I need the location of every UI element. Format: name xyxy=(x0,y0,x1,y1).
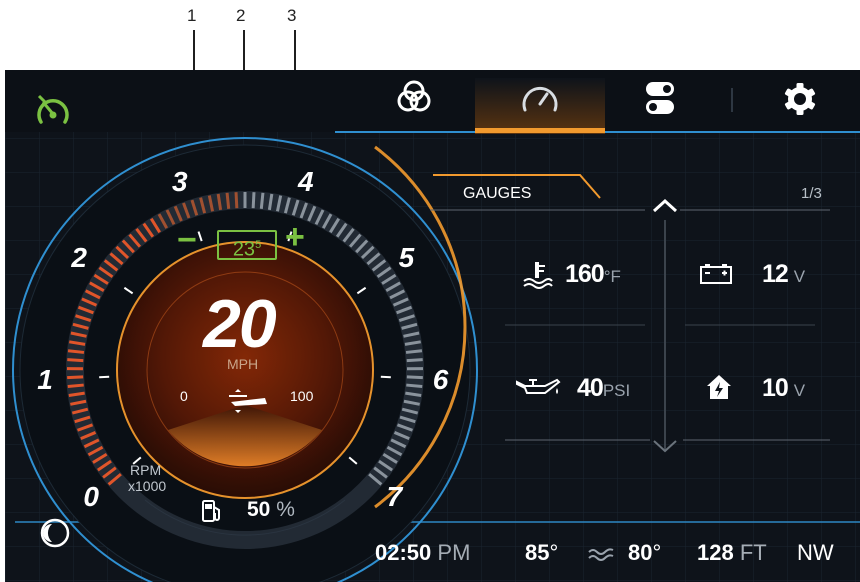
cruise-control-icon[interactable] xyxy=(33,92,73,132)
tach-tick xyxy=(67,349,85,354)
clock-ampm: PM xyxy=(437,540,471,565)
tach-tick xyxy=(259,192,265,209)
toggle-switches-icon xyxy=(646,82,674,114)
battery-value: 12 xyxy=(762,260,789,288)
battery-unit: V xyxy=(793,267,806,286)
tach-label-4: 4 xyxy=(298,166,314,198)
dashboard-screen: 01234567 RPM x1000 − 235 + 20 MPH 0 100 … xyxy=(5,70,860,582)
set-speed-display: 235 xyxy=(217,230,277,261)
tab-settings[interactable] xyxy=(770,70,830,130)
tach-tick xyxy=(406,375,423,380)
tach-tick xyxy=(225,192,231,209)
tach-tick xyxy=(67,383,84,389)
callout-2: 2 xyxy=(236,6,246,25)
fuel-pump-icon xyxy=(200,498,224,529)
callout-1: 1 xyxy=(187,6,197,25)
tach-tick xyxy=(234,192,239,209)
water-temperature: 80° xyxy=(628,540,661,566)
trim-max-label: 100 xyxy=(290,388,314,404)
water-temperature-reading: 160°F xyxy=(565,260,621,289)
house-battery-value: 10 xyxy=(762,374,789,402)
gauges-title: GAUGES xyxy=(463,185,532,202)
oil-pressure-unit: PSI xyxy=(602,381,631,400)
depth-value: 128 xyxy=(697,540,734,565)
set-speed-value: 23 xyxy=(232,238,256,261)
house-battery-icon xyxy=(704,372,734,407)
tach-tick xyxy=(406,358,423,363)
tach-tick xyxy=(406,383,423,389)
fuel-level: 50 % xyxy=(247,498,295,522)
color-palette-icon xyxy=(397,80,431,112)
rpm-unit-label: RPM xyxy=(130,462,162,478)
tach-label-3: 3 xyxy=(171,166,188,198)
house-battery-reading: 10 V xyxy=(762,374,805,403)
tach-label-6: 6 xyxy=(432,363,449,395)
gear-icon xyxy=(784,83,816,115)
clock-time: 02:50 xyxy=(375,540,432,565)
oil-pressure-icon xyxy=(515,376,561,405)
depth-unit: FT xyxy=(739,540,767,565)
clock: 02:50 PM xyxy=(375,540,470,566)
house-battery-unit: V xyxy=(793,381,806,400)
gauges-scroll-down[interactable] xyxy=(651,438,679,459)
tab-switches[interactable] xyxy=(630,70,690,130)
tach-label-2: 2 xyxy=(71,242,87,274)
fuel-value: 50 xyxy=(247,498,271,521)
depth: 128 FT xyxy=(697,540,767,566)
callout-3: 3 xyxy=(287,6,297,25)
chevron-up-icon xyxy=(652,198,678,213)
tach-tick xyxy=(67,358,84,363)
oil-pressure-reading: 40PSI xyxy=(577,374,630,403)
air-temperature: 85° xyxy=(525,540,558,566)
set-speed-decimal: 5 xyxy=(255,239,262,251)
tab-gauges[interactable] xyxy=(510,70,570,130)
chevron-down-icon xyxy=(653,440,677,453)
gauges-page-indicator: 1/3 xyxy=(801,185,822,202)
battery-icon xyxy=(698,262,734,291)
tach-tick xyxy=(251,192,256,209)
water-waves-icon xyxy=(587,546,615,567)
speed-decrease-button[interactable]: − xyxy=(177,223,197,257)
speedometer-icon xyxy=(522,87,558,112)
water-temp-unit: ° xyxy=(652,540,662,565)
trim-min-label: 0 xyxy=(180,388,188,404)
tach-label-0: 0 xyxy=(83,481,99,513)
oil-pressure-value: 40 xyxy=(577,374,604,402)
water-temperature-value: 160 xyxy=(565,260,605,288)
speed-unit: MPH xyxy=(227,356,259,372)
rpm-multiplier-label: x1000 xyxy=(128,478,167,494)
tach-tick xyxy=(67,375,84,380)
water-temperature-icon xyxy=(520,260,554,295)
battery-reading: 12 V xyxy=(762,260,805,289)
air-temperature-unit: ° xyxy=(549,540,559,565)
air-temperature-value: 85 xyxy=(525,540,550,565)
water-temp-value: 80 xyxy=(628,540,653,565)
tach-label-5: 5 xyxy=(398,242,415,274)
tach-tick xyxy=(405,349,423,354)
water-temperature-unit: °F xyxy=(603,267,621,286)
dashboard-background xyxy=(5,70,860,582)
night-mode-button[interactable] xyxy=(40,518,70,553)
gauges-scroll-up[interactable] xyxy=(651,198,679,219)
speed-value: 20 xyxy=(203,286,277,362)
tab-colors[interactable] xyxy=(385,70,445,130)
fuel-unit: % xyxy=(276,498,295,521)
night-mode-icon xyxy=(40,518,70,548)
heading: NW xyxy=(797,540,834,565)
tach-label-7: 7 xyxy=(386,481,403,513)
tach-label-1: 1 xyxy=(37,363,53,395)
boat-trim-icon xyxy=(227,386,271,419)
speed-increase-button[interactable]: + xyxy=(285,220,305,254)
